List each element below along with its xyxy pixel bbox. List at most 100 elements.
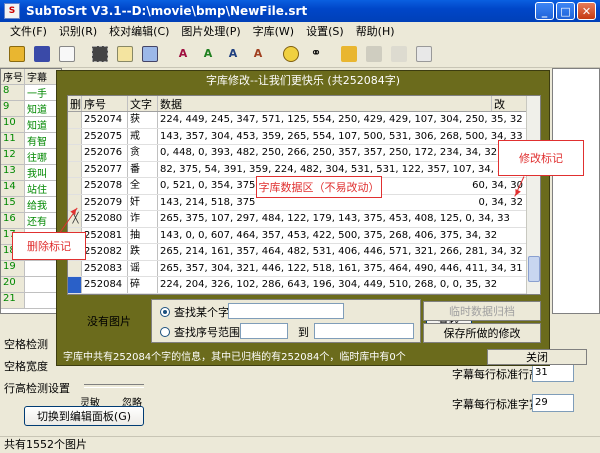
menu-recognize[interactable]: 识别(R) <box>53 23 103 39</box>
open-icon[interactable] <box>6 43 28 65</box>
new-icon[interactable] <box>56 43 78 65</box>
menu-proofread[interactable]: 校对编辑(C) <box>103 23 175 39</box>
table-row[interactable]: 252081 抽 143, 0, 0, 607, 464, 357, 453, 42… <box>68 227 540 244</box>
table-row[interactable]: 14 站住 <box>1 181 61 197</box>
row-char[interactable]: 全 <box>128 178 158 194</box>
row-char[interactable]: 戒 <box>128 128 158 144</box>
font-b-icon[interactable]: A <box>197 43 219 65</box>
table-row[interactable]: 252083 谣 265, 357, 304, 321, 446, 122, 518… <box>68 260 540 277</box>
range-to-input[interactable] <box>314 323 414 339</box>
table-row[interactable]: 12 往哪 <box>1 149 61 165</box>
delete-mark[interactable] <box>68 260 82 276</box>
disk-disabled-icon[interactable] <box>363 43 385 65</box>
table-row[interactable]: 252075 戒 143, 357, 304, 453, 359, 265, 554… <box>68 128 540 145</box>
minimize-button[interactable]: _ <box>535 2 554 20</box>
binoculars-icon[interactable]: ⚭ <box>305 43 327 65</box>
row-data[interactable]: 224, 204, 326, 102, 286, 643, 196, 304, … <box>158 277 528 293</box>
search-char-input[interactable] <box>228 303 344 319</box>
table-row[interactable]: 20 <box>1 277 61 293</box>
dialog-controls: 没有图片 查找某个字 查找序号范围 到 查找 临时数据归档 保存所做的修改 <box>67 299 541 343</box>
row-data[interactable]: 265, 214, 161, 357, 464, 482, 531, 406, … <box>158 244 528 260</box>
menu-file[interactable]: 文件(F) <box>4 23 53 39</box>
row-data[interactable]: 265, 357, 304, 321, 446, 122, 518, 161, … <box>158 260 528 276</box>
switch-edit-panel-button[interactable]: 切换到编辑面板(G) <box>24 406 144 426</box>
row-char[interactable]: 贪 <box>128 145 158 161</box>
table-row[interactable]: 10 知道 <box>1 117 61 133</box>
scrollbar-thumb[interactable] <box>528 256 540 282</box>
delete-mark[interactable] <box>68 145 82 161</box>
font-a-icon[interactable]: A <box>172 43 194 65</box>
delete-mark[interactable] <box>68 112 82 128</box>
table-row[interactable]: 9 知道 <box>1 101 61 117</box>
delete-mark-annotation: 删除标记 <box>12 232 86 260</box>
menu-settings[interactable]: 设置(S) <box>300 23 350 39</box>
search-char-radio[interactable] <box>160 307 170 317</box>
dialog-close-button[interactable]: 关闭 <box>487 349 587 365</box>
delete-mark[interactable] <box>68 178 82 194</box>
row-char[interactable]: 跌 <box>128 244 158 260</box>
save-icon[interactable] <box>31 43 53 65</box>
row-char[interactable]: 谣 <box>128 260 158 276</box>
row-data[interactable]: 143, 357, 304, 453, 359, 265, 554, 107, … <box>158 128 528 144</box>
spellcheck-icon[interactable] <box>114 43 136 65</box>
folder-icon[interactable] <box>338 43 360 65</box>
toolbar: A A A A ⚭ <box>0 40 600 68</box>
range-from-input[interactable] <box>240 323 288 339</box>
table-row[interactable]: 8 一手 <box>1 85 61 101</box>
menu-font-library[interactable]: 字库(W) <box>247 23 300 39</box>
table-row[interactable]: ╳ 252080 诈 265, 375, 107, 297, 484, 122, 17… <box>68 211 540 228</box>
font-c-icon[interactable]: A <box>222 43 244 65</box>
sensitivity-slider[interactable] <box>84 384 144 388</box>
font-d-icon[interactable]: A <box>247 43 269 65</box>
film-icon[interactable] <box>89 43 111 65</box>
row-data[interactable]: 0, 448, 0, 393, 482, 250, 266, 250, 357,… <box>158 145 528 161</box>
table-row[interactable]: 252076 贪 0, 448, 0, 393, 482, 250, 266, 25… <box>68 145 540 162</box>
modify-mark-annotation: 修改标记 <box>498 140 584 176</box>
list-icon[interactable] <box>413 43 435 65</box>
maximize-button[interactable]: □ <box>556 2 575 20</box>
row-char[interactable]: 获 <box>128 112 158 128</box>
table-row[interactable]: 252084 碎 224, 204, 326, 102, 286, 643, 196… <box>68 277 540 294</box>
table-row[interactable]: 15 给我 <box>1 197 61 213</box>
close-button[interactable]: ✕ <box>577 2 596 20</box>
font-library-dialog: 字库修改--让我们更快乐 (共252084字) 删 序号 文字 数据 改 252… <box>56 70 587 366</box>
clock-icon[interactable] <box>280 43 302 65</box>
row-data[interactable]: 143, 0, 0, 607, 464, 357, 453, 422, 500,… <box>158 227 528 243</box>
row-data[interactable]: 265, 375, 107, 297, 484, 122, 179, 143, … <box>158 211 528 227</box>
table-row[interactable]: 252082 跌 265, 214, 161, 357, 464, 482, 531… <box>68 244 540 261</box>
dialog-title: 字库修改--让我们更快乐 (共252084字) <box>205 74 400 87</box>
row-char[interactable]: 碎 <box>128 277 158 293</box>
temp-archive-button[interactable]: 临时数据归档 <box>423 301 541 321</box>
menu-image[interactable]: 图片处理(P) <box>175 23 246 39</box>
table-row[interactable]: 19 <box>1 261 61 277</box>
save-changes-button[interactable]: 保存所做的修改 <box>423 323 541 343</box>
row-index: 16 <box>1 213 25 228</box>
search-range-radio[interactable] <box>160 327 170 337</box>
delete-mark[interactable] <box>68 128 82 144</box>
row-id: 252078 <box>82 178 128 194</box>
row-id: 252082 <box>82 244 128 260</box>
menu-help[interactable]: 帮助(H) <box>350 23 401 39</box>
row-char[interactable]: 诈 <box>128 211 158 227</box>
table-scrollbar[interactable] <box>526 96 540 294</box>
row-index: 21 <box>1 293 25 308</box>
row-char[interactable]: 抽 <box>128 227 158 243</box>
row-id: 252079 <box>82 194 128 210</box>
row-data[interactable]: 82, 375, 54, 391, 359, 224, 482, 304, 53… <box>158 161 528 177</box>
table-row[interactable]: 16 还有 <box>1 213 61 229</box>
delete-mark[interactable] <box>68 277 82 293</box>
table-row[interactable]: 13 我叫 <box>1 165 61 181</box>
table-row[interactable]: 252074 获 224, 449, 245, 347, 571, 125, 554… <box>68 112 540 129</box>
subtitle-grid[interactable]: 序号 字幕 8 一手 9 知道 10 知道 11 有智 12 往哪 13 我叫 14 站住 1… <box>0 68 62 314</box>
row-char[interactable]: 奸 <box>128 194 158 210</box>
row-data[interactable]: 224, 449, 245, 347, 571, 125, 554, 250, … <box>158 112 528 128</box>
copy-disabled-icon[interactable] <box>388 43 410 65</box>
table-row[interactable]: 11 有智 <box>1 133 61 149</box>
std-width-input[interactable]: 29 <box>532 394 574 412</box>
table-row[interactable]: 21 <box>1 293 61 309</box>
row-id: 252075 <box>82 128 128 144</box>
delete-mark[interactable] <box>68 161 82 177</box>
row-index: 12 <box>1 149 25 164</box>
row-char[interactable]: 番 <box>128 161 158 177</box>
proof-icon[interactable] <box>139 43 161 65</box>
